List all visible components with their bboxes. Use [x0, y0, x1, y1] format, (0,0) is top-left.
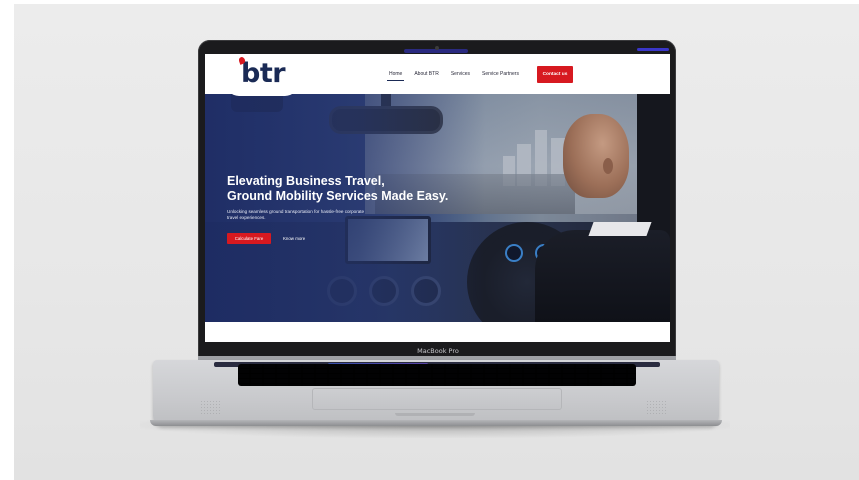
lid-opening-notch [395, 413, 475, 416]
hero-section: Elevating Business Travel, Ground Mobili… [205, 94, 670, 322]
content-section [205, 322, 670, 342]
speaker-grille-left [200, 400, 222, 414]
driver-collar [588, 222, 652, 236]
camera-icon [435, 46, 439, 50]
speedometer-gauge [505, 244, 523, 262]
laptop-screen: btr Home About BTR Services Service Part… [205, 54, 670, 342]
nav-item-about[interactable]: About BTR [414, 70, 438, 78]
main-nav: Home About BTR Services Service Partners [386, 66, 531, 82]
site-header: btr Home About BTR Services Service Part… [205, 54, 670, 96]
calculate-fare-button[interactable]: Calculate Fare [227, 233, 271, 244]
hero-title-line2: Ground Mobility Services Made Easy. [227, 188, 449, 203]
trackpad [312, 388, 562, 410]
lid-accent [637, 48, 669, 51]
know-more-link[interactable]: Know more [283, 233, 305, 244]
keyboard [238, 364, 636, 386]
nav-item-home[interactable]: Home [386, 70, 405, 81]
contact-us-button[interactable]: Contact us [537, 66, 573, 83]
speaker-grille-right [646, 400, 668, 414]
hero-gradient-overlay [205, 94, 485, 322]
hero-title-line1: Elevating Business Travel, [227, 174, 385, 188]
hero-title: Elevating Business Travel, Ground Mobili… [227, 174, 467, 203]
laptop-base-edge [150, 420, 722, 426]
nav-item-service-partners[interactable]: Service Partners [482, 70, 519, 78]
hero-subtitle: Unlocking seamless ground transportation… [227, 209, 365, 220]
nav-item-services[interactable]: Services [451, 70, 470, 78]
driver-ear [603, 158, 613, 174]
site-logo[interactable]: btr [241, 60, 286, 87]
driver-head [563, 114, 629, 198]
device-model-label: MacBook Pro [417, 347, 459, 355]
driver-suit [535, 230, 670, 322]
